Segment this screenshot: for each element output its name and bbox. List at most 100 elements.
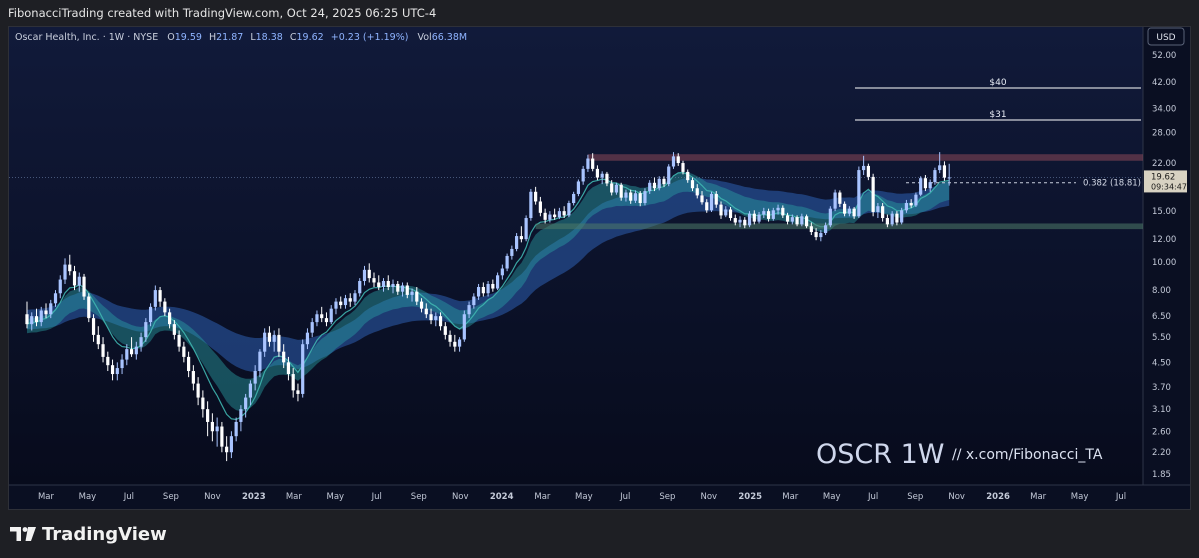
price-tick-label: 12.00 (1152, 235, 1176, 245)
candle-body (595, 168, 600, 178)
candle-body (148, 306, 153, 323)
candle-body (895, 213, 899, 223)
candle-body (153, 290, 157, 307)
time-tick-label: Sep (907, 492, 923, 502)
time-tick-label: Jul (1115, 492, 1126, 502)
time-tick-label: May (575, 492, 593, 502)
candle-body (843, 203, 847, 214)
candle-body (120, 359, 124, 369)
time-tick-label: 2023 (242, 492, 266, 502)
time-tick-label: Sep (163, 492, 179, 502)
candle-body (885, 218, 889, 225)
candle-body (947, 177, 951, 179)
price-tick-label: 5.50 (1152, 333, 1171, 343)
candle-body (591, 158, 595, 169)
candle-body (657, 178, 661, 189)
candle-body (515, 236, 519, 249)
support-zone (535, 223, 1143, 230)
candle-body (386, 281, 390, 287)
time-tick-label: 2024 (490, 492, 514, 502)
last-price-tag: 19.62 09:34:47 (1144, 170, 1187, 193)
candle-body (191, 371, 195, 384)
price-tick-label: 15.00 (1152, 207, 1176, 217)
candle-body (576, 181, 581, 194)
candle-body (942, 165, 947, 178)
candle-body (358, 281, 362, 294)
time-tick-label: May (823, 492, 841, 502)
price-chart[interactable]: $40 $31 0.382 (18.81) 52.00 42.00 34.00 28.00… (0, 0, 1199, 558)
candle-body (819, 233, 823, 238)
candle-body (524, 218, 528, 240)
candle-body (643, 191, 647, 204)
candle-body (567, 203, 571, 216)
candle-body (553, 214, 557, 218)
candle-body (39, 310, 43, 323)
candle-body (110, 365, 115, 375)
tradingview-logo[interactable]: TradingView (10, 523, 167, 545)
candle-body (919, 178, 923, 195)
candle-body (624, 192, 628, 198)
candle-body (324, 318, 329, 323)
legend-low: 18.38 (256, 32, 283, 43)
legend-open: 19.59 (175, 32, 202, 43)
candle-body (448, 334, 452, 342)
candle-body (476, 286, 481, 297)
price-tick-label: 2.60 (1152, 427, 1171, 437)
candle-body (415, 291, 419, 302)
candle-body (182, 346, 186, 357)
candle-body (91, 318, 96, 335)
candle-body (244, 397, 248, 410)
time-tick-label: Jul (867, 492, 878, 502)
time-tick-label: 2026 (986, 492, 1010, 502)
candle-body (177, 334, 181, 347)
candle-body (229, 436, 233, 453)
candle-body (196, 383, 200, 398)
candle-body (381, 281, 386, 287)
candle-body (438, 316, 443, 327)
candle-body (633, 193, 638, 201)
candle-body (548, 214, 552, 220)
time-tick-label: May (327, 492, 345, 502)
currency-label: USD (1156, 33, 1175, 43)
candle-body (766, 211, 771, 219)
candle-body (253, 371, 257, 384)
candle-body (495, 275, 500, 289)
candle-body (125, 349, 129, 360)
candle-body (857, 170, 861, 217)
price-tick-label: 52.00 (1152, 51, 1176, 61)
price-tick-label: 6.50 (1152, 312, 1171, 322)
candle-body (519, 236, 523, 240)
candle-body (462, 314, 466, 340)
candle-body (747, 213, 752, 226)
candle-body (296, 390, 300, 394)
candle-body (719, 204, 723, 216)
candle-body (472, 296, 476, 306)
time-tick-label: Jul (123, 492, 134, 502)
time-tick-label: Sep (411, 492, 427, 502)
candle-body (876, 206, 880, 212)
candle-body (362, 269, 367, 282)
candle-body (852, 208, 856, 217)
candle-body (377, 282, 381, 287)
time-tick-label: Sep (659, 492, 675, 502)
bar-countdown: 09:34:47 (1151, 182, 1187, 191)
candle-body (890, 213, 894, 225)
candle-body (914, 194, 918, 206)
time-tick-label: Jul (371, 492, 382, 502)
candle-body (225, 446, 229, 453)
candle-body (605, 173, 609, 184)
last-price-value: 19.62 (1151, 172, 1175, 182)
candle-body (49, 303, 53, 315)
candle-body (210, 421, 214, 432)
time-tick-label: Nov (700, 492, 717, 502)
candle-body (239, 409, 243, 422)
candle-body (87, 296, 91, 319)
candle-body (158, 290, 162, 302)
price-axis-background (1143, 27, 1190, 485)
candle-body (652, 182, 657, 189)
legend-high-label: H (209, 32, 216, 43)
candle-body (681, 163, 685, 172)
candle-body (491, 283, 495, 289)
candle-body (163, 301, 167, 313)
candle-body (400, 285, 405, 292)
